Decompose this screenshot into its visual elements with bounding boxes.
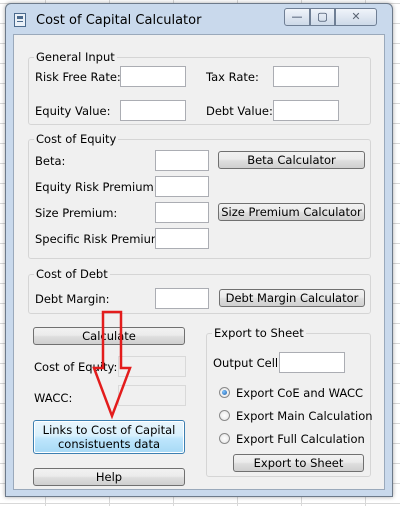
export-to-sheet-title: Export to Sheet xyxy=(212,326,306,340)
cost-of-debt-group: Cost of Debt Debt Margin: Debt Margin Ca… xyxy=(28,267,371,314)
cost-of-equity-title: Cost of Equity xyxy=(34,132,119,146)
risk-free-rate-label: Risk Free Rate: xyxy=(35,70,121,84)
general-input-title: General Input xyxy=(34,50,117,64)
risk-free-rate-input[interactable] xyxy=(120,66,186,87)
links-button-line1: Links to Cost of Capital xyxy=(42,423,176,437)
export-full-calculation-radio[interactable] xyxy=(219,433,230,444)
close-icon: ✕ xyxy=(351,10,361,23)
size-premium-label: Size Premium: xyxy=(35,206,118,220)
export-to-sheet-button[interactable]: Export to Sheet xyxy=(233,454,364,472)
output-cell-label: Output Cell: xyxy=(213,356,282,370)
minimize-button[interactable]: — xyxy=(284,8,310,26)
export-to-sheet-group: Export to Sheet Output Cell: Export CoE … xyxy=(206,326,373,477)
help-button[interactable]: Help xyxy=(33,468,185,486)
links-to-constituents-button[interactable]: Links to Cost of Capital consistuents da… xyxy=(33,420,185,454)
maximize-icon: ▢ xyxy=(317,10,328,23)
links-button-line2: consistuents data xyxy=(57,437,161,451)
size-premium-input[interactable] xyxy=(155,202,209,223)
calculate-button[interactable]: Calculate xyxy=(33,327,185,345)
export-main-calculation-radio[interactable] xyxy=(219,410,230,421)
export-main-calculation-label[interactable]: Export Main Calculation xyxy=(236,409,373,423)
debt-margin-calculator-button[interactable]: Debt Margin Calculator xyxy=(219,289,365,307)
cost-of-equity-result-label: Cost of Equity: xyxy=(34,360,118,374)
tax-rate-input[interactable] xyxy=(273,66,339,87)
debt-value-label: Debt Value: xyxy=(206,104,273,118)
debt-margin-label: Debt Margin: xyxy=(35,292,110,306)
equity-value-input[interactable] xyxy=(120,100,186,121)
general-input-group: General Input Risk Free Rate: Tax Rate: … xyxy=(28,50,371,125)
output-cell-input[interactable] xyxy=(279,352,345,373)
export-full-calculation-label[interactable]: Export Full Calculation xyxy=(236,432,365,446)
dialog-client-area: General Input Risk Free Rate: Tax Rate: … xyxy=(13,34,385,490)
specific-risk-premium-input[interactable] xyxy=(155,228,209,249)
cost-of-debt-title: Cost of Debt xyxy=(34,267,110,281)
beta-calculator-button[interactable]: Beta Calculator xyxy=(218,151,365,169)
equity-risk-premium-label: Equity Risk Premium: xyxy=(35,180,158,194)
export-coe-wacc-label[interactable]: Export CoE and WACC xyxy=(236,386,363,400)
title-bar[interactable]: Cost of Capital Calculator — ▢ ✕ xyxy=(6,4,392,34)
beta-input[interactable] xyxy=(155,150,209,171)
export-options: Export CoE and WACC Export Main Calculat… xyxy=(219,386,373,456)
specific-risk-premium-label: Specific Risk Premium: xyxy=(35,232,166,246)
close-button[interactable]: ✕ xyxy=(335,8,377,26)
calculator-app-icon xyxy=(14,13,26,27)
cost-of-equity-result-field xyxy=(118,356,186,377)
export-coe-wacc-radio[interactable] xyxy=(219,387,230,398)
cost-of-capital-dialog: Cost of Capital Calculator — ▢ ✕ General… xyxy=(5,3,393,497)
beta-label: Beta: xyxy=(35,154,66,168)
wacc-result-field xyxy=(118,385,186,406)
cost-of-equity-group: Cost of Equity Beta: Beta Calculator Equ… xyxy=(28,132,371,259)
wacc-result-label: WACC: xyxy=(34,391,73,405)
window-title: Cost of Capital Calculator xyxy=(36,13,202,28)
equity-risk-premium-input[interactable] xyxy=(155,176,209,197)
debt-margin-input[interactable] xyxy=(155,288,209,309)
maximize-button[interactable]: ▢ xyxy=(310,8,335,26)
minimize-icon: — xyxy=(291,10,303,23)
equity-value-label: Equity Value: xyxy=(35,104,111,118)
tax-rate-label: Tax Rate: xyxy=(206,70,259,84)
size-premium-calculator-button[interactable]: Size Premium Calculator xyxy=(218,203,365,221)
debt-value-input[interactable] xyxy=(273,100,339,121)
